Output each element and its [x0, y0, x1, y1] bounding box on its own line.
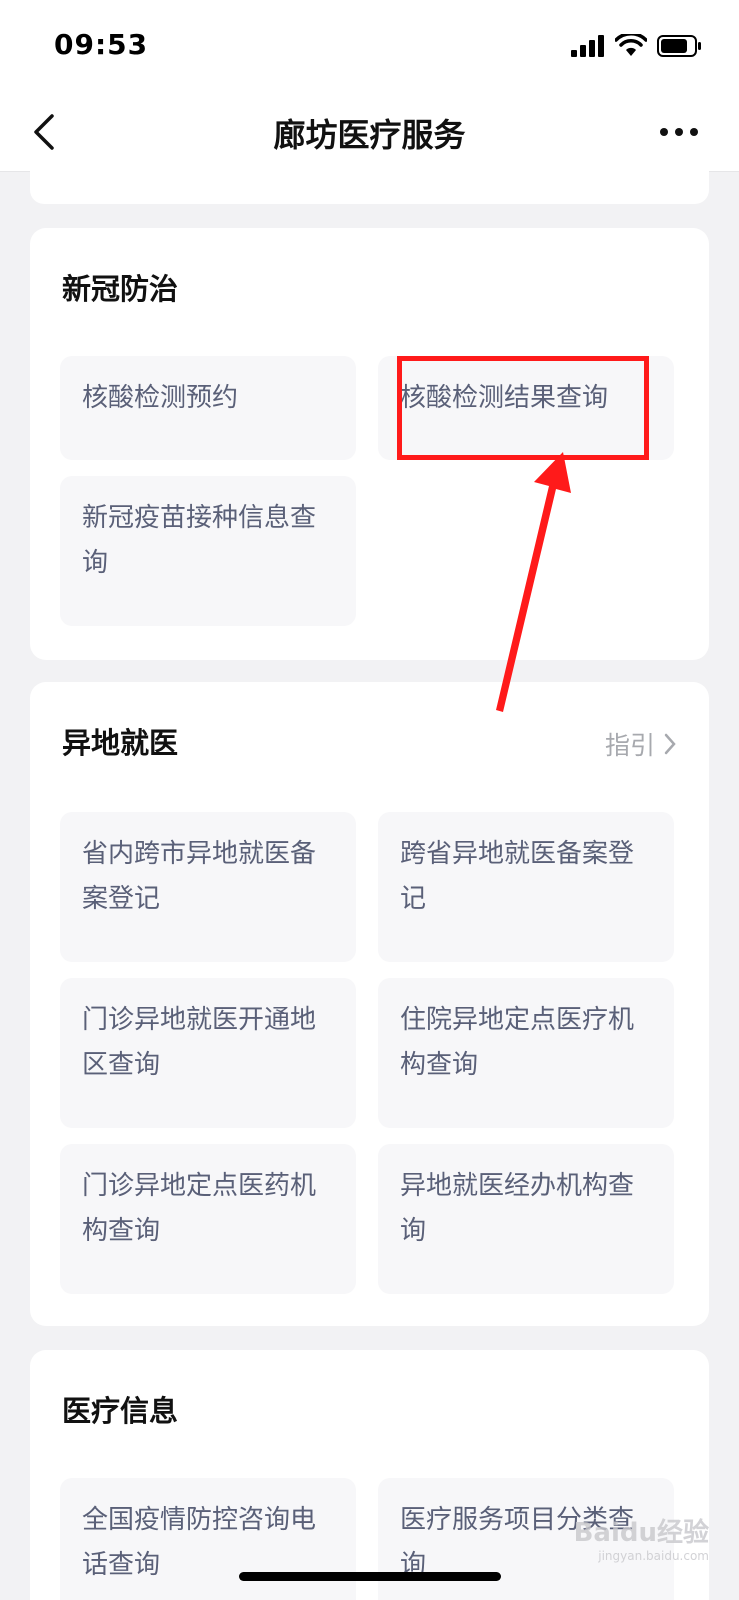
annotation-arrow-icon [496, 452, 571, 712]
home-indicator[interactable] [239, 1572, 501, 1581]
watermark-brand: Baidu经验 [573, 1518, 709, 1548]
watermark-url: jingyan.baidu.com [598, 1549, 709, 1563]
baidu-watermark: Baidu经验 jingyan.baidu.com [574, 1512, 709, 1563]
